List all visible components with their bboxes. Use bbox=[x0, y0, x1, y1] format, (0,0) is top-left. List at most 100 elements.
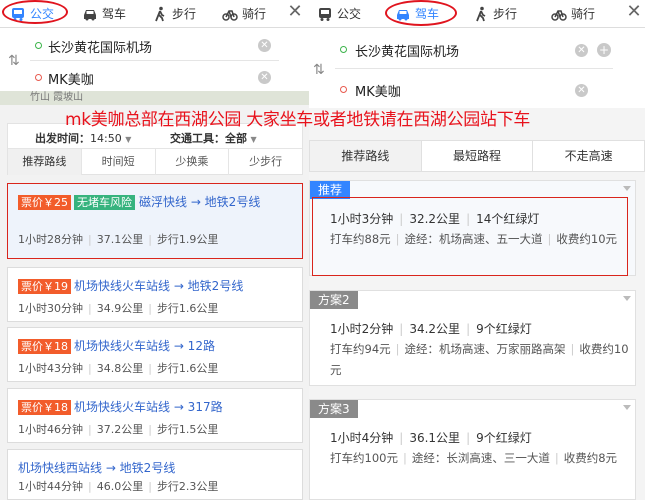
route-title: 机场快线西站线 → 地铁2号线 bbox=[18, 459, 175, 476]
divider: | bbox=[402, 451, 407, 465]
plan-card[interactable]: 方案3 1小时4分钟 | 36.1公里 | 9个红绿灯 打车约100元 | 途经：长浏高速、… bbox=[309, 399, 636, 500]
tab-car[interactable]: 驾车 bbox=[82, 0, 126, 27]
tab-less-walking[interactable]: 少步行 bbox=[229, 149, 302, 175]
plan-taxi: 打车约94元 bbox=[330, 342, 391, 356]
route-distance: 37.1公里 bbox=[96, 233, 144, 246]
bus-icon bbox=[319, 7, 331, 21]
tab-label: 步行 bbox=[493, 7, 518, 21]
route-time: 1小时28分钟 bbox=[18, 233, 83, 246]
chevron-down-icon: ▼ bbox=[250, 135, 257, 144]
route-name: 机场快线火车站线 → 12路 bbox=[74, 339, 215, 353]
tab-label: 公交 bbox=[337, 7, 362, 21]
destination-dot-icon bbox=[35, 74, 42, 81]
route-card[interactable]: 票价￥18 机场快线火车站线 → 317路 1小时46分钟 | 37.2公里 | 步行1.… bbox=[7, 388, 303, 443]
tab-avoid-highway[interactable]: 不走高速 bbox=[533, 141, 644, 171]
route-title: 票价￥18 机场快线火车站线 → 12路 bbox=[18, 337, 215, 354]
origin-field[interactable]: 长沙黄花国际机场 bbox=[355, 41, 459, 60]
clear-origin-icon[interactable]: ✕ bbox=[258, 39, 271, 52]
clear-destination-icon[interactable]: ✕ bbox=[575, 84, 588, 97]
divider: | bbox=[88, 233, 92, 246]
highlight-circle bbox=[385, 0, 457, 26]
price-badge: 票价￥18 bbox=[18, 400, 71, 415]
route-walk: 步行1.5公里 bbox=[156, 423, 219, 436]
close-icon[interactable]: ✕ bbox=[625, 3, 643, 23]
tab-walk[interactable]: 步行 bbox=[152, 0, 196, 27]
tab-recommended[interactable]: 推荐路线 bbox=[8, 149, 82, 175]
tab-bike[interactable]: 骑行 bbox=[551, 0, 595, 27]
mode-tabs: 公交 驾车 步行 骑行 bbox=[0, 0, 309, 28]
tool-value: 全部 bbox=[225, 132, 247, 145]
tab-shortest-distance[interactable]: 最短路程 bbox=[422, 141, 534, 171]
mode-tabs: 公交 驾车 步行 骑行 bbox=[309, 0, 645, 28]
route-card[interactable]: 机场快线西站线 → 地铁2号线 1小时44分钟 | 46.0公里 | 步行2.3公里 bbox=[7, 449, 303, 500]
tab-walk[interactable]: 步行 bbox=[473, 0, 517, 27]
plan-time: 1小时4分钟 bbox=[330, 431, 394, 445]
route-time: 1小时46分钟 bbox=[18, 423, 83, 436]
route-time: 1小时44分钟 bbox=[18, 480, 83, 493]
bike-icon bbox=[222, 9, 238, 21]
map-strip: 竹山 霞坡山 bbox=[0, 91, 309, 105]
clear-origin-icon[interactable]: ✕ bbox=[575, 44, 588, 57]
tab-bus[interactable]: 公交 bbox=[317, 0, 361, 27]
chevron-down-icon[interactable] bbox=[623, 186, 631, 191]
tab-label: 骑行 bbox=[242, 7, 267, 21]
destination-dot-icon bbox=[340, 86, 347, 93]
plan-taxi: 打车约100元 bbox=[330, 451, 398, 465]
depart-time[interactable]: 出发时间：14:50 ▼ bbox=[35, 130, 131, 146]
divider: | bbox=[148, 480, 152, 493]
chevron-down-icon[interactable] bbox=[623, 405, 631, 410]
destination-field[interactable]: MK美咖 bbox=[48, 69, 94, 88]
car-icon bbox=[84, 9, 96, 20]
route-name: 机场快线西站线 → 地铁2号线 bbox=[18, 461, 176, 475]
walk-icon bbox=[476, 6, 486, 21]
risk-badge: 无堵车风险 bbox=[74, 195, 135, 210]
route-name: 磁浮快线 → 地铁2号线 bbox=[139, 195, 261, 209]
plan-via: 途经：机场高速、万家丽路高架 bbox=[404, 342, 566, 356]
highlight-box bbox=[312, 197, 628, 276]
tab-shortest-time[interactable]: 时间短 bbox=[82, 149, 156, 175]
clear-destination-icon[interactable]: ✕ bbox=[258, 71, 271, 84]
plan-tag: 方案3 bbox=[310, 400, 358, 418]
plan-time: 1小时2分钟 bbox=[330, 322, 394, 336]
divider: | bbox=[88, 480, 92, 493]
route-card[interactable]: 票价￥19 机场快线火车站线 → 地铁2号线 1小时30分钟 | 34.9公里 | 步行1… bbox=[7, 267, 303, 322]
chevron-down-icon[interactable] bbox=[623, 296, 631, 301]
close-icon[interactable]: ✕ bbox=[286, 3, 304, 23]
route-card[interactable]: 票价￥18 机场快线火车站线 → 12路 1小时43分钟 | 34.8公里 | 步行1.6… bbox=[7, 327, 303, 382]
swap-icon[interactable]: ⇅ bbox=[313, 62, 325, 78]
tab-label: 骑行 bbox=[571, 7, 596, 21]
route-distance: 37.2公里 bbox=[96, 423, 144, 436]
plan-card[interactable]: 方案2 1小时2分钟 | 34.2公里 | 9个红绿灯 打车约94元 | 途经：机场高速、万… bbox=[309, 290, 636, 386]
route-meta: 1小时46分钟 | 37.2公里 | 步行1.5公里 bbox=[18, 421, 218, 437]
divider bbox=[335, 68, 613, 69]
walk-icon bbox=[155, 6, 165, 21]
route-inputs: ⇅ 长沙黄花国际机场 ✕ MK美咖 ✕ bbox=[0, 28, 309, 91]
tab-recommended[interactable]: 推荐路线 bbox=[310, 141, 422, 171]
route-meta: 1小时43分钟 | 34.8公里 | 步行1.6公里 bbox=[18, 360, 218, 376]
route-distance: 34.9公里 bbox=[96, 302, 144, 315]
price-badge: 票价￥18 bbox=[18, 339, 71, 354]
route-title: 票价￥19 机场快线火车站线 → 地铁2号线 bbox=[18, 277, 243, 294]
tab-fewer-transfers[interactable]: 少换乘 bbox=[156, 149, 230, 175]
add-waypoint-icon[interactable]: + bbox=[597, 43, 611, 57]
tab-label: 驾车 bbox=[102, 7, 127, 21]
plan-details: 打车约100元 | 途经：长浏高速、三一大道 | 收费约8元 bbox=[330, 448, 630, 469]
tool-label: 交通工具： bbox=[170, 132, 225, 145]
plan-lights: 9个红绿灯 bbox=[476, 431, 532, 445]
route-walk: 步行2.3公里 bbox=[156, 480, 219, 493]
plan-toll: 收费约8元 bbox=[563, 451, 618, 465]
route-meta: 1小时44分钟 | 46.0公里 | 步行2.3公里 bbox=[18, 478, 218, 494]
divider: | bbox=[88, 423, 92, 436]
route-card[interactable]: 票价￥25 无堵车风险 磁浮快线 → 地铁2号线 1小时28分钟 | 37.1公里 | 步行… bbox=[7, 183, 303, 259]
route-name: 机场快线火车站线 → 地铁2号线 bbox=[74, 279, 244, 293]
route-option-tabs: 推荐路线 最短路程 不走高速 bbox=[309, 140, 645, 172]
route-time: 1小时43分钟 bbox=[18, 362, 83, 375]
tab-bike[interactable]: 骑行 bbox=[222, 0, 266, 27]
divider: | bbox=[395, 342, 400, 356]
divider: | bbox=[466, 431, 471, 445]
origin-field[interactable]: 长沙黄花国际机场 bbox=[48, 37, 152, 56]
destination-field[interactable]: MK美咖 bbox=[355, 81, 401, 100]
divider: | bbox=[148, 423, 152, 436]
transport-type[interactable]: 交通工具：全部 ▼ bbox=[170, 130, 257, 146]
swap-icon[interactable]: ⇅ bbox=[8, 53, 20, 69]
